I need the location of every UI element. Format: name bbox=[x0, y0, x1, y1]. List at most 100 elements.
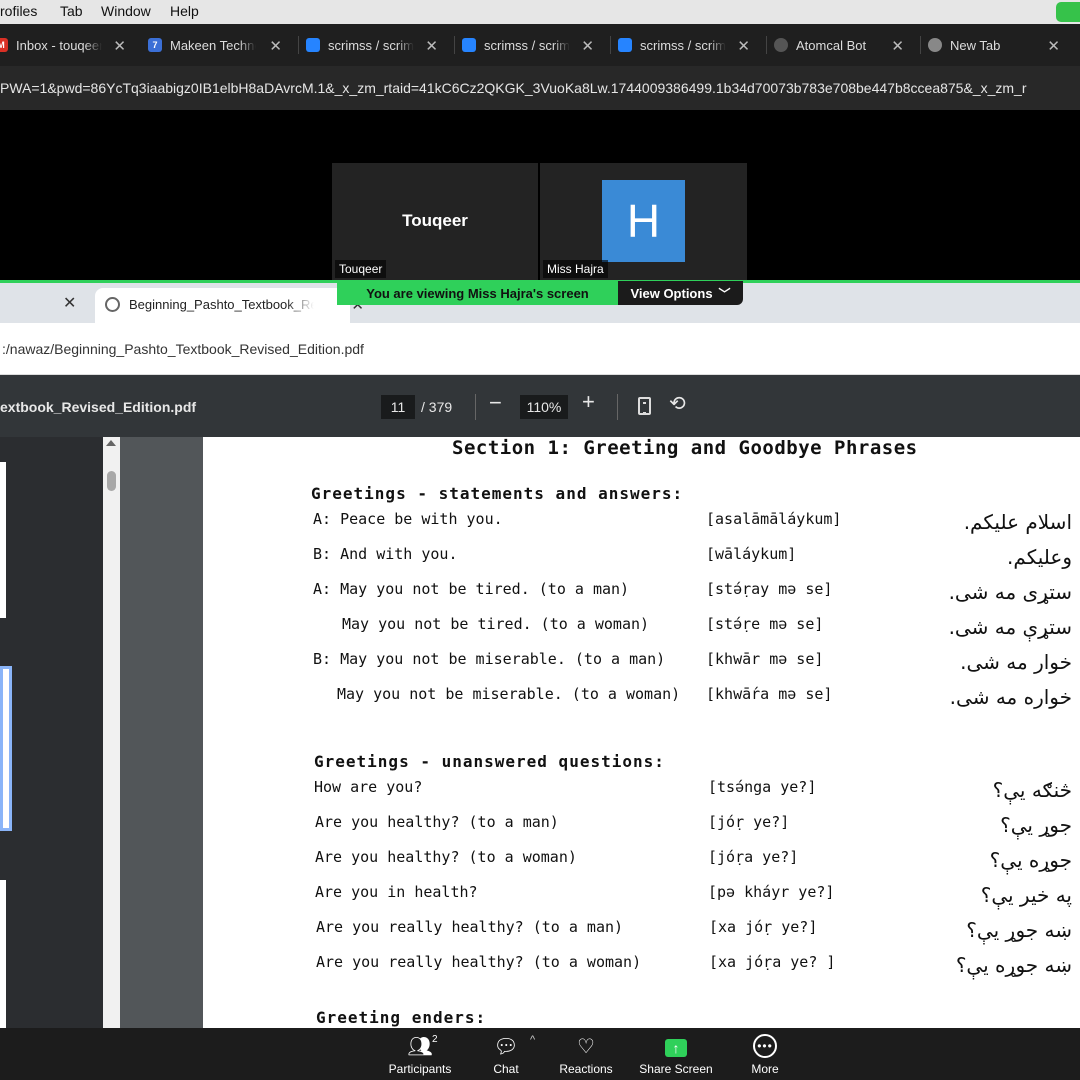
divider bbox=[475, 394, 476, 420]
transliteration: [wāláykum] bbox=[706, 545, 797, 563]
section-title: Section 1: Greeting and Goodbye Phrases bbox=[452, 437, 918, 459]
reactions-button[interactable]: ♡ Reactions bbox=[556, 1032, 616, 1077]
phrase-row: How are you? [tsə́nga ye?] څنګه يې؟ bbox=[203, 778, 1080, 804]
pashto-phrase: خواره مه شی. bbox=[949, 685, 1072, 709]
zoom-status-icon[interactable] bbox=[1056, 2, 1080, 22]
english-phrase: B: And with you. bbox=[313, 545, 458, 563]
menu-tab[interactable]: Tab bbox=[60, 3, 83, 19]
outer-tab[interactable]: scrimss / scrim ✕ bbox=[454, 30, 594, 60]
english-phrase: A: May you not be tired. (to a man) bbox=[313, 580, 630, 598]
view-options-button[interactable]: View Options ﹀ bbox=[618, 281, 743, 305]
close-icon[interactable]: ✕ bbox=[113, 37, 126, 55]
phrase-row: May you not be miserable. (to a woman) [… bbox=[203, 685, 1080, 711]
zoom-level-input[interactable]: 110% bbox=[520, 395, 568, 419]
phrase-row: Are you really healthy? (to a man) [xa j… bbox=[203, 918, 1080, 944]
phrase-row: Are you in health? [pə kháyr ye?] په خير… bbox=[203, 883, 1080, 909]
page-total: / 379 bbox=[421, 399, 453, 415]
close-icon[interactable]: ✕ bbox=[63, 293, 76, 313]
reactions-label: Reactions bbox=[559, 1062, 613, 1076]
scroll-up-icon[interactable] bbox=[106, 440, 116, 446]
menu-window[interactable]: Window bbox=[101, 3, 151, 19]
share-screen-button[interactable]: ↑ Share Screen bbox=[637, 1032, 715, 1076]
pashto-phrase: ستړی مه شی. bbox=[948, 580, 1072, 604]
outer-tab-title: Makeen Techno bbox=[170, 37, 256, 53]
english-phrase: Are you healthy? (to a man) bbox=[315, 813, 559, 831]
section-heading: Greetings - statements and answers: bbox=[311, 484, 684, 503]
outer-tab[interactable]: scrimss / scrim ✕ bbox=[298, 30, 438, 60]
participants-button[interactable]: 👥︎ Participants bbox=[387, 1032, 453, 1077]
transliteration: [jóṛ ye?] bbox=[708, 813, 790, 831]
page-thumbnail-selected[interactable] bbox=[0, 666, 12, 831]
shared-url-text: :/nawaz/Beginning_Pashto_Textbook_Revise… bbox=[2, 341, 364, 357]
phrase-row: A: Peace be with you. [asalāmāláykum] اس… bbox=[203, 510, 1080, 536]
close-icon[interactable]: ✕ bbox=[1047, 37, 1060, 55]
scrollbar-thumb[interactable] bbox=[107, 471, 116, 491]
pashto-phrase: څنګه يې؟ bbox=[992, 778, 1072, 802]
more-button[interactable]: ••• More bbox=[748, 1032, 782, 1076]
section-heading: Greetings - unanswered questions: bbox=[314, 752, 665, 771]
outer-tab-title: scrimss / scrim bbox=[328, 37, 414, 53]
pashto-phrase: ښه جوړه يې؟ bbox=[955, 953, 1072, 977]
participants-label: Participants bbox=[388, 1062, 452, 1076]
zoom-meeting-toolbar: 👥︎ Participants 2 💬︎ Chat ^ ♡ Reactions … bbox=[0, 1028, 1080, 1080]
participant-tile-touqeer[interactable]: Touqeer Touqeer bbox=[332, 163, 538, 282]
page-number-input[interactable]: 11 bbox=[381, 395, 415, 419]
close-icon[interactable]: ✕ bbox=[269, 37, 282, 55]
close-icon[interactable]: ✕ bbox=[891, 37, 904, 55]
english-phrase: A: Peace be with you. bbox=[313, 510, 503, 528]
zoom-in-icon[interactable]: + bbox=[582, 389, 595, 415]
rotate-icon[interactable]: ⟲ bbox=[669, 391, 686, 416]
bitbucket-icon bbox=[618, 38, 632, 52]
outer-tab-title: scrimss / scrim bbox=[640, 37, 726, 53]
pdf-toolbar: extbook_Revised_Edition.pdf 11 / 379 − 1… bbox=[0, 375, 1080, 437]
transliteration: [khwā́ra mə se] bbox=[706, 685, 833, 703]
transliteration: [xa jóṛ ye?] bbox=[709, 918, 818, 936]
participant-tile-hajra[interactable]: H Miss Hajra bbox=[540, 163, 747, 282]
chevron-up-icon[interactable]: ^ bbox=[530, 1034, 535, 1046]
close-icon[interactable]: ✕ bbox=[737, 37, 750, 55]
page-thumbnail[interactable] bbox=[0, 462, 6, 618]
chat-button[interactable]: 💬︎ Chat bbox=[490, 1032, 522, 1077]
transliteration: [stə́ṛe mə se] bbox=[706, 615, 824, 633]
outer-address-bar[interactable]: PWA=1&pwd=86YcTq3iaabigz0IB1elbH8aDAvrcM… bbox=[0, 66, 1080, 110]
pashto-phrase: ستړې مه شی. bbox=[948, 615, 1072, 639]
bitbucket-icon bbox=[306, 38, 320, 52]
participant-name-label: Miss Hajra bbox=[543, 260, 608, 278]
close-icon[interactable]: ✕ bbox=[581, 37, 594, 55]
shared-active-tab[interactable]: Beginning_Pashto_Textbook_Revised_Editio… bbox=[95, 288, 364, 323]
menu-profiles[interactable]: rofiles bbox=[0, 3, 37, 19]
shared-tab-title: Beginning_Pashto_Textbook_Revised_Editio… bbox=[129, 297, 314, 312]
close-icon[interactable]: ✕ bbox=[425, 37, 438, 55]
outer-tab[interactable]: scrimss / scrim ✕ bbox=[610, 30, 750, 60]
more-icon: ••• bbox=[753, 1034, 777, 1058]
outer-tab-title: scrimss / scrim bbox=[484, 37, 570, 53]
makeen-icon: 7 bbox=[148, 38, 162, 52]
page-thumbnail[interactable] bbox=[0, 880, 6, 1028]
more-label: More bbox=[751, 1062, 779, 1076]
english-phrase: May you not be tired. (to a woman) bbox=[342, 615, 650, 633]
english-phrase: Are you in health? bbox=[315, 883, 478, 901]
phrase-row: B: And with you. [wāláykum] وعلیکم. bbox=[203, 545, 1080, 571]
chevron-down-icon: ﹀ bbox=[718, 286, 731, 301]
view-options-label: View Options bbox=[630, 285, 713, 301]
pashto-phrase: جوړ يې؟ bbox=[1000, 813, 1072, 837]
menu-help[interactable]: Help bbox=[170, 3, 199, 19]
outer-tab[interactable]: New Tab ✕ bbox=[920, 30, 1060, 60]
outer-tab[interactable]: 7 Makeen Techno ✕ bbox=[148, 30, 282, 60]
fit-page-icon[interactable] bbox=[638, 397, 651, 415]
shared-address-bar[interactable]: :/nawaz/Beginning_Pashto_Textbook_Revise… bbox=[0, 323, 1080, 375]
outer-tab-title: New Tab bbox=[950, 37, 1001, 53]
pashto-phrase: اسلام علیکم. bbox=[963, 510, 1072, 534]
participant-name-label: Touqeer bbox=[335, 260, 387, 278]
thumbnail-scrollbar[interactable] bbox=[103, 437, 120, 1028]
transliteration: [khwār mə se] bbox=[706, 650, 824, 668]
section-heading: Greeting enders: bbox=[316, 1008, 487, 1027]
pashto-phrase: جوړه يې؟ bbox=[989, 848, 1072, 872]
participant-display-name: Touqeer bbox=[402, 211, 468, 230]
zoom-out-icon[interactable]: − bbox=[489, 390, 502, 416]
outer-tab-title: Atomcal Bot bbox=[796, 37, 867, 53]
outer-tab[interactable]: Atomcal Bot ✕ bbox=[766, 30, 904, 60]
outer-tab[interactable]: M Inbox - touqeer ✕ bbox=[0, 30, 126, 60]
phrase-row: Are you healthy? (to a man) [jóṛ ye?] جو… bbox=[203, 813, 1080, 839]
viewing-banner: You are viewing Miss Hajra's screen bbox=[337, 281, 618, 305]
